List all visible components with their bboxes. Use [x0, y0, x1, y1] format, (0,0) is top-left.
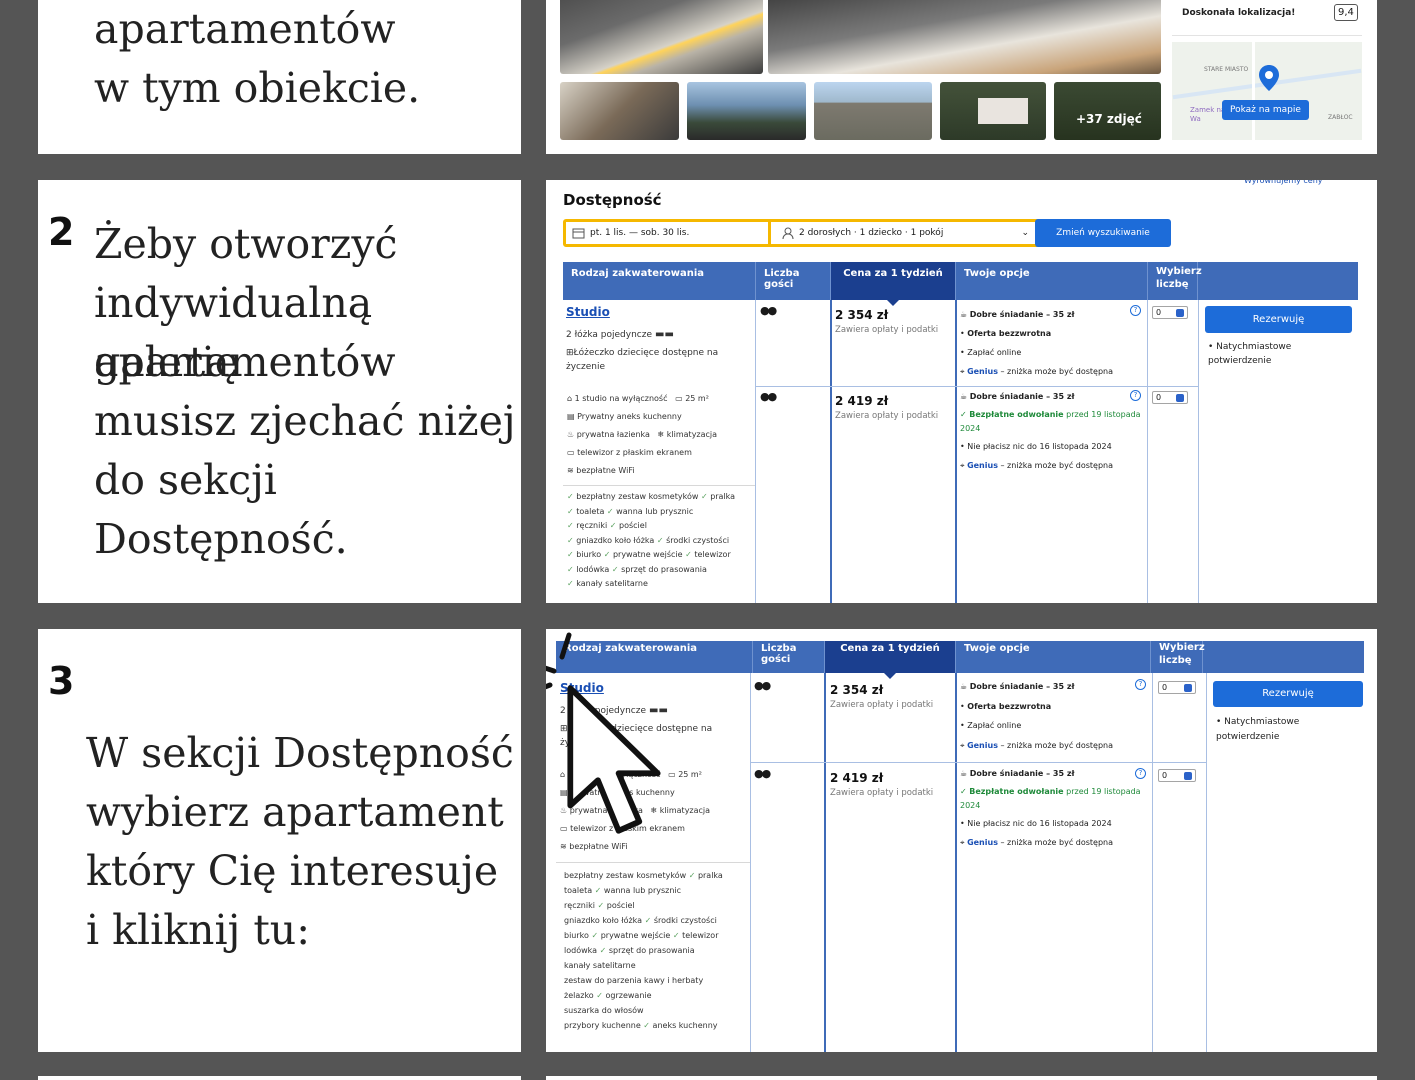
header-price: Cena za 1 tydzień	[831, 262, 956, 300]
step3-number: 3	[48, 659, 75, 703]
price-cell-2: 2 419 zł Zawiera opłaty i podatki	[835, 394, 939, 421]
step2-line5: do sekcji	[94, 456, 277, 504]
quantity-select-1[interactable]: 0	[1158, 681, 1196, 694]
header-price: Cena za 1 tydzień	[825, 641, 956, 673]
step2-number: 2	[48, 210, 75, 254]
info-icon[interactable]: ?	[1130, 305, 1141, 316]
thumb-more[interactable]: +37 zdjęć	[1054, 82, 1161, 140]
step1-text-panel: apartamentów w tym obiekcie.	[38, 0, 521, 154]
header-guests: Liczba gości	[753, 641, 825, 673]
location-box: Doskonała lokalizacja! 9,4	[1172, 0, 1362, 36]
options-cell-2: ☕ Dobre śniadanie – 35 zł ✓ Bezpłatne od…	[960, 392, 1141, 470]
header-quantity: Wybierz liczbę	[1151, 641, 1205, 673]
map-label-zabloc: ZABŁOC	[1328, 114, 1353, 121]
step1-screenshot-panel: Doskonała lokalizacja! 9,4 +37 zdjęć STA…	[546, 0, 1377, 154]
step2-line6: Dostępność.	[94, 515, 348, 563]
person-icon	[782, 227, 794, 239]
thumb-1[interactable]	[560, 82, 679, 140]
price-cell-1: 2 354 zł Zawiera opłaty i podatki	[835, 308, 939, 335]
guests-icon: ●●	[760, 304, 777, 317]
header-options: Twoje opcje	[956, 641, 1151, 673]
quantity-select-2[interactable]: 0	[1152, 391, 1188, 404]
location-label: Doskonała lokalizacja!	[1182, 8, 1296, 18]
location-score: 9,4	[1334, 4, 1358, 21]
map-label-castle: Zamek na Wa	[1190, 106, 1226, 123]
show-on-map-button[interactable]: Pokaż na mapie	[1222, 100, 1309, 120]
info-icon[interactable]: ?	[1135, 679, 1146, 690]
crib-label: ⊞Łóżeczko dziecięce dostępne na życzenie	[566, 348, 719, 372]
step1-line2: w tym obiekcie.	[94, 64, 421, 112]
map-label-old-town: STARE MIASTO	[1204, 66, 1249, 73]
step1-line1: apartamentów	[94, 5, 396, 53]
chevron-down-icon: ⌄	[1021, 228, 1029, 238]
guests-field[interactable]: 2 dorosłych · 1 dziecko · 1 pokój ⌄	[774, 222, 1035, 244]
step2-line4: musisz zjechać niżej	[94, 397, 516, 445]
room-photo-1[interactable]	[560, 0, 763, 74]
reserve-button[interactable]: Rezerwuję	[1205, 306, 1352, 333]
search-bar: pt. 1 lis. — sob. 30 lis. 2 dorosłych · …	[563, 219, 1171, 247]
amenities-list: bezpłatny zestaw kosmetyków ✓ pralka toa…	[564, 871, 723, 1030]
quantity-select-2[interactable]: 0	[1158, 769, 1196, 782]
step2-line3: apartamentów	[94, 338, 396, 386]
guests-icon: ●●	[754, 767, 771, 780]
header-guests: Liczba gości	[756, 262, 831, 300]
room-features: ⌂ 1 studio na wyłączność ▭ 25 m² ▤ Prywa…	[567, 394, 718, 475]
next-step-text-panel	[38, 1076, 521, 1080]
calendar-icon	[572, 228, 585, 239]
guests-icon: ●●	[760, 390, 777, 403]
room-name-link[interactable]: Studio	[566, 305, 752, 319]
options-cell-1: ☕ Dobre śniadanie – 35 zł • Oferta bezzw…	[960, 310, 1114, 376]
options-cell-1: ☕ Dobre śniadanie – 35 zł • Oferta bezzw…	[960, 682, 1114, 750]
thumb-4[interactable]	[940, 82, 1046, 140]
step3-line1: W sekcji Dostępność	[86, 729, 514, 777]
price-match-link[interactable]: Wyrównujemy ceny	[1244, 180, 1323, 191]
step2-text-panel: 2 Żeby otworzyć indywidualną galerię apa…	[38, 180, 521, 603]
reserve-button[interactable]: Rezerwuję	[1213, 681, 1363, 707]
step3-screenshot-panel: Rodzaj zakwaterowania Liczba gości Cena …	[546, 629, 1377, 1052]
map-pin-icon	[1259, 65, 1279, 91]
amenities-list: ✓ bezpłatny zestaw kosmetyków ✓ pralka ✓…	[567, 492, 736, 588]
mini-map[interactable]: STARE MIASTO Zamek na Wa ZABŁOC Pokaż na…	[1172, 42, 1362, 140]
step3-text-panel: 3 W sekcji Dostępność wybierz apartament…	[38, 629, 521, 1052]
date-field[interactable]: pt. 1 lis. — sob. 30 lis.	[566, 222, 771, 244]
options-cell-2: ☕ Dobre śniadanie – 35 zł ✓ Bezpłatne od…	[960, 769, 1141, 847]
price-cell-2: 2 419 zł Zawiera opłaty i podatki	[830, 771, 934, 798]
header-options: Twoje opcje	[956, 262, 1148, 300]
date-range: pt. 1 lis. — sob. 30 lis.	[590, 228, 690, 238]
availability-title: Dostępność	[563, 191, 662, 209]
room-cell: Studio 2 łóżka pojedyncze ▬▬ ⊞Łóżeczko d…	[566, 305, 752, 374]
guests-summary: 2 dorosłych · 1 dziecko · 1 pokój	[799, 228, 944, 238]
price-cell-1: 2 354 zł Zawiera opłaty i podatki	[830, 683, 934, 710]
info-icon[interactable]: ?	[1135, 768, 1146, 779]
step3-line4: i kliknij tu:	[86, 906, 311, 954]
instant-confirmation: • Natychmiastowe potwierdzenie	[1208, 342, 1292, 366]
thumb-2[interactable]	[687, 82, 806, 140]
quantity-select-1[interactable]: 0	[1152, 306, 1188, 319]
guests-icon: ●●	[754, 679, 771, 692]
more-photos-label: +37 zdjęć	[1076, 112, 1142, 126]
beds-label: 2 łóżka pojedyncze	[566, 329, 653, 340]
room-photo-2[interactable]	[768, 0, 1161, 74]
step2-screenshot-panel: Dostępność Wyrównujemy ceny pt. 1 lis. —…	[546, 180, 1377, 603]
header-quantity: Wybierz liczbę	[1148, 262, 1202, 300]
step2-line1: Żeby otworzyć	[94, 220, 398, 268]
step3-line3: który Cię interesuje	[86, 847, 499, 895]
header-room-type: Rodzaj zakwaterowania	[563, 262, 756, 300]
thumb-3[interactable]	[814, 82, 932, 140]
step3-line2: wybierz apartament	[86, 788, 504, 836]
change-search-button[interactable]: Zmień wyszukiwanie	[1035, 219, 1171, 247]
table-header: Rodzaj zakwaterowania Liczba gości Cena …	[563, 262, 1358, 300]
info-icon[interactable]: ?	[1130, 390, 1141, 401]
bed-icon: ▬▬	[655, 329, 674, 340]
next-step-screenshot-panel	[546, 1076, 1377, 1080]
cursor-arrow-icon	[546, 632, 661, 834]
instant-confirmation: • Natychmiastowe potwierdzenie	[1216, 717, 1300, 742]
